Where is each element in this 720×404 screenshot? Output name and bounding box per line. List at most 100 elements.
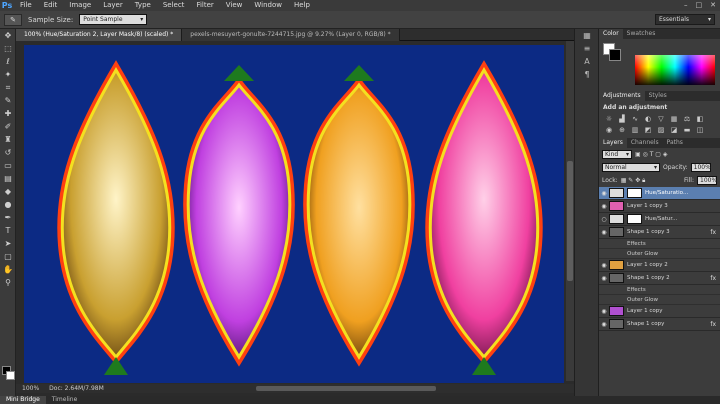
blur-tool-icon[interactable]: ◆ <box>0 185 16 198</box>
fx-icon[interactable]: fx <box>710 229 716 236</box>
crop-tool-icon[interactable]: ⌗ <box>0 81 16 94</box>
eye-icon[interactable]: ◉ <box>599 275 609 282</box>
path-selection-tool-icon[interactable]: ➤ <box>0 237 16 250</box>
horizontal-scrollbar[interactable] <box>256 386 436 391</box>
close-button[interactable]: ✕ <box>710 0 716 11</box>
invert-icon[interactable]: ◩ <box>643 125 653 134</box>
eye-icon[interactable]: ◉ <box>599 229 609 236</box>
vertical-scrollbar[interactable] <box>566 41 574 381</box>
sample-size-select[interactable]: Point Sample ▾ <box>79 14 148 25</box>
layer-row[interactable]: ◉ Layer 1 copy 2 <box>599 259 720 272</box>
document-tab[interactable]: pexels-mesuyert-gonulte-7244715.jpg @ 9.… <box>182 29 400 41</box>
clone-stamp-tool-icon[interactable]: ♜ <box>0 133 16 146</box>
menu-type[interactable]: Type <box>129 0 157 11</box>
layer-row[interactable]: ◉ Layer 1 copy 3 <box>599 200 720 213</box>
posterize-icon[interactable]: ▨ <box>656 125 666 134</box>
tab-styles[interactable]: Styles <box>645 91 671 101</box>
curves-icon[interactable]: ∿ <box>630 114 640 123</box>
marquee-tool-icon[interactable]: ⬚ <box>0 42 16 55</box>
tab-channels[interactable]: Channels <box>627 138 663 148</box>
color-balance-icon[interactable]: ⚖ <box>682 114 692 123</box>
eyedropper-tool-icon[interactable]: ✎ <box>0 94 16 107</box>
fx-icon[interactable]: fx <box>710 275 716 282</box>
quick-select-tool-icon[interactable]: ✦ <box>0 68 16 81</box>
color-lookup-icon[interactable]: ▥ <box>630 125 640 134</box>
shape-tool-icon[interactable]: ▢ <box>0 250 16 263</box>
vertical-scroll-thumb[interactable] <box>567 161 573 281</box>
tab-paths[interactable]: Paths <box>663 138 687 148</box>
eye-icon[interactable]: ◉ <box>599 190 609 197</box>
eye-icon[interactable]: ◉ <box>599 262 609 269</box>
eye-icon[interactable]: ○ <box>599 216 609 223</box>
properties-panel-icon[interactable]: ≡ <box>575 42 599 55</box>
layer-mask-thumbnail[interactable] <box>627 188 642 198</box>
blend-mode-select[interactable]: Normal ▾ <box>602 163 660 172</box>
kind-filter-select[interactable]: Kind ▾ <box>602 150 632 159</box>
menu-select[interactable]: Select <box>157 0 191 11</box>
tab-mini-bridge[interactable]: Mini Bridge <box>0 396 46 404</box>
hue-saturation-icon[interactable]: ▦ <box>669 114 679 123</box>
workspace-select[interactable]: Essentials ▾ <box>655 14 715 25</box>
fx-icon[interactable]: fx <box>710 321 716 328</box>
menu-image[interactable]: Image <box>63 0 97 11</box>
tab-timeline[interactable]: Timeline <box>46 396 84 404</box>
exposure-icon[interactable]: ◐ <box>643 114 653 123</box>
layer-row[interactable]: ◉ Layer 1 copy <box>599 305 720 318</box>
layer-mask-thumbnail[interactable] <box>627 214 642 224</box>
zoom-tool-icon[interactable]: ⚲ <box>0 276 16 289</box>
vibrance-icon[interactable]: ▽ <box>656 114 666 123</box>
layer-row[interactable]: ◉ Shape 1 copy 3 fx <box>599 226 720 239</box>
tab-layers[interactable]: Layers <box>599 138 627 148</box>
move-tool-icon[interactable]: ✥ <box>0 29 16 42</box>
filter-icons[interactable]: ▣ ◎ T ▢ ◈ <box>635 151 667 158</box>
menu-help[interactable]: Help <box>288 0 316 11</box>
layer-row[interactable]: ◉ Hue/Saturatio... <box>599 187 720 200</box>
opacity-input[interactable]: 100% <box>690 163 711 172</box>
menu-edit[interactable]: Edit <box>38 0 64 11</box>
menu-file[interactable]: File <box>14 0 38 11</box>
lock-icons[interactable]: ▦ ✎ ✥ 🔒︎ <box>621 177 646 185</box>
selective-color-icon[interactable]: ◫ <box>695 125 705 134</box>
eraser-tool-icon[interactable]: ▭ <box>0 159 16 172</box>
pen-tool-icon[interactable]: ✒ <box>0 211 16 224</box>
healing-brush-tool-icon[interactable]: ✚ <box>0 107 16 120</box>
background-color-swatch[interactable] <box>6 371 15 380</box>
layer-row[interactable]: ○ Hue/Satur... <box>599 213 720 226</box>
photo-filter-icon[interactable]: ◉ <box>604 125 614 134</box>
background-color-swatch[interactable] <box>609 49 621 61</box>
gradient-map-icon[interactable]: ▬ <box>682 125 692 134</box>
character-panel-icon[interactable]: A <box>575 55 599 68</box>
image-canvas[interactable] <box>24 45 564 383</box>
effects-row[interactable]: Effects <box>599 285 720 295</box>
type-tool-icon[interactable]: T <box>0 224 16 237</box>
tab-adjustments[interactable]: Adjustments <box>599 91 645 101</box>
menu-filter[interactable]: Filter <box>190 0 219 11</box>
eyedropper-tool-preset-icon[interactable]: ✎ <box>4 13 22 26</box>
minimize-button[interactable]: – <box>684 0 688 11</box>
hand-tool-icon[interactable]: ✋ <box>0 263 16 276</box>
maximize-button[interactable]: □ <box>696 0 703 11</box>
black-white-icon[interactable]: ◧ <box>695 114 705 123</box>
brightness-icon[interactable]: ☼ <box>604 114 614 123</box>
zoom-level[interactable]: 100% <box>22 385 39 392</box>
layer-row[interactable]: ◉ Shape 1 copy 2 fx <box>599 272 720 285</box>
menu-window[interactable]: Window <box>248 0 288 11</box>
menu-view[interactable]: View <box>220 0 249 11</box>
gradient-tool-icon[interactable]: ▤ <box>0 172 16 185</box>
fill-input[interactable]: 100% <box>697 176 717 185</box>
dodge-tool-icon[interactable]: ● <box>0 198 16 211</box>
eye-icon[interactable]: ◉ <box>599 308 609 315</box>
paragraph-panel-icon[interactable]: ¶ <box>575 68 599 81</box>
menu-layer[interactable]: Layer <box>97 0 129 11</box>
tab-color[interactable]: Color <box>599 29 623 39</box>
eye-icon[interactable]: ◉ <box>599 203 609 210</box>
lasso-tool-icon[interactable]: ℓ <box>0 55 16 68</box>
document-tab-active[interactable]: 100% (Hue/Saturation 2, Layer Mask/8) (s… <box>16 29 183 41</box>
outer-glow-row[interactable]: Outer Glow <box>599 249 720 259</box>
channel-mixer-icon[interactable]: ⊕ <box>617 125 627 134</box>
eye-icon[interactable]: ◉ <box>599 321 609 328</box>
layer-row[interactable]: ◉ Shape 1 copy fx <box>599 318 720 331</box>
history-brush-tool-icon[interactable]: ↺ <box>0 146 16 159</box>
effects-row[interactable]: Effects <box>599 239 720 249</box>
threshold-icon[interactable]: ◪ <box>669 125 679 134</box>
